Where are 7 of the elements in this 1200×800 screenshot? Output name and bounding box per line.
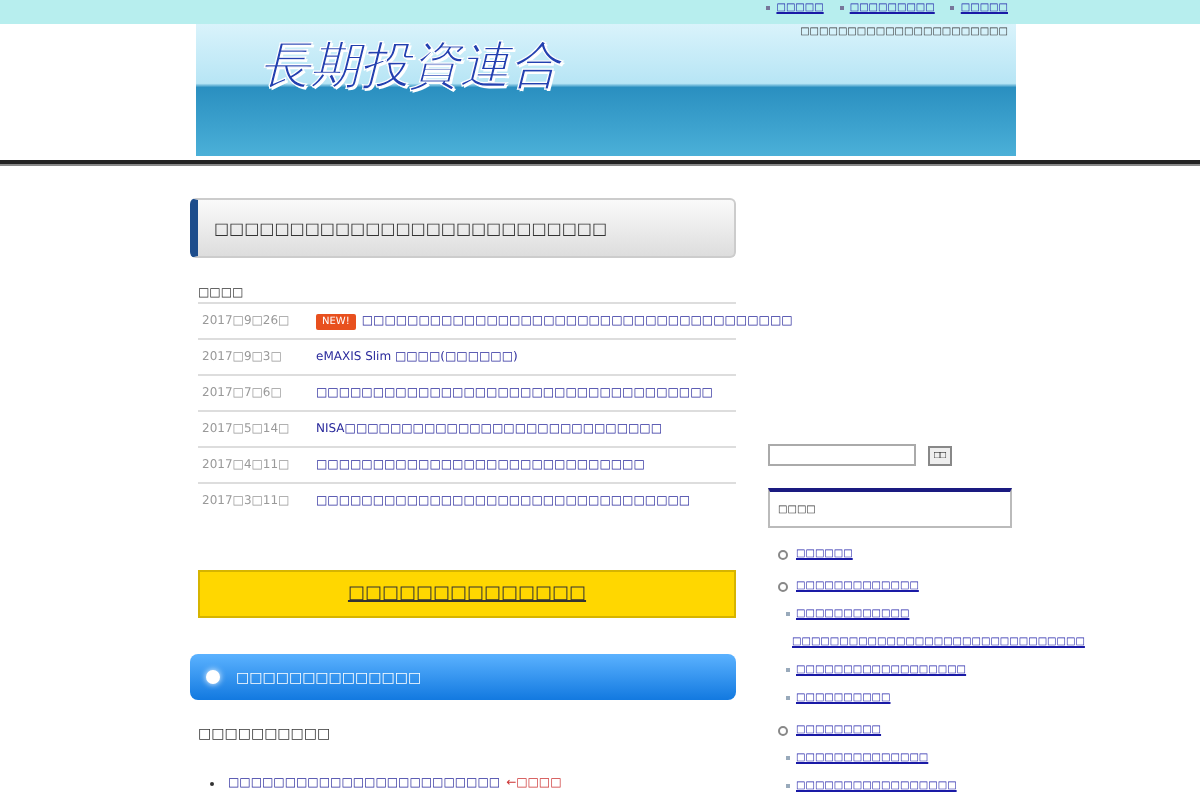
search-field[interactable] [768,444,916,466]
ring-bullet-icon [778,549,788,559]
ring-bullet-icon [778,725,788,735]
section-heading: □□□□□□□□□□□□□□□□□□□□□□□□□□ [190,198,736,258]
glow-dot-icon [206,670,220,684]
banner-link[interactable]: □□□□□□□□□□□□□□ [198,570,736,618]
ring-bullet-icon [778,581,788,591]
